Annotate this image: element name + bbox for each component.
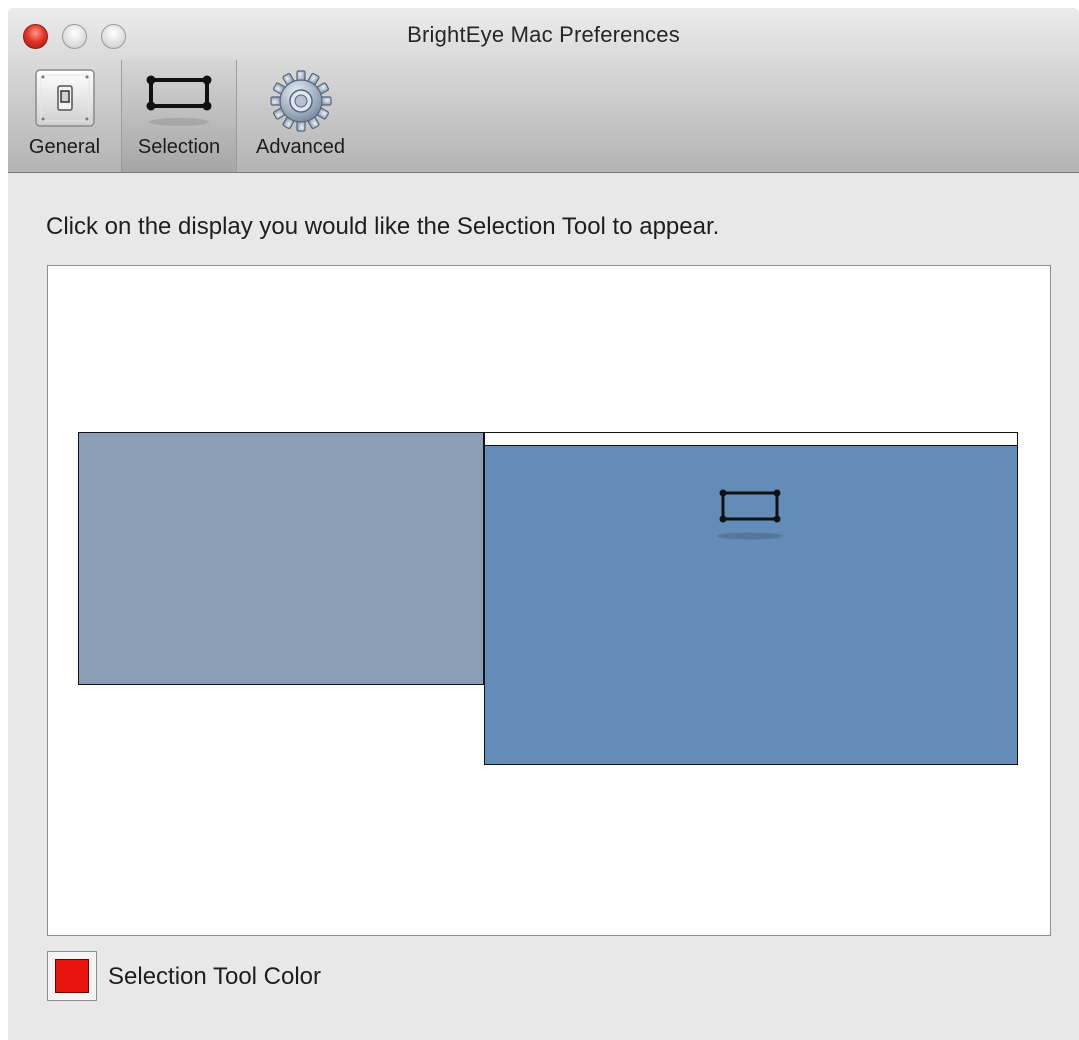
selection-tool-color-well[interactable]	[47, 951, 97, 1001]
toolbar: BrightEye Mac Preferences General Select…	[8, 8, 1079, 173]
light-switch-icon	[34, 68, 96, 133]
instruction-text: Click on the display you would like the …	[46, 213, 720, 240]
window-title: BrightEye Mac Preferences	[407, 22, 680, 47]
selection-tool-icon	[715, 485, 785, 550]
selection-tool-color-label: Selection Tool Color	[108, 963, 322, 990]
tab-general[interactable]: General	[8, 60, 121, 172]
preferences-window: BrightEye Mac Preferences General Select…	[8, 8, 1079, 1040]
tab-selection[interactable]: Selection	[121, 60, 237, 172]
selection-rectangle-icon	[143, 68, 215, 133]
display-1[interactable]	[78, 432, 484, 685]
tab-selection-label: Selection	[137, 136, 221, 158]
display-menubar	[485, 433, 1017, 446]
gear-icon	[268, 68, 334, 139]
display-2[interactable]	[484, 432, 1018, 765]
selection-pane: Click on the display you would like the …	[8, 173, 1079, 1040]
tab-advanced-label: Advanced	[256, 136, 345, 158]
selection-tool-color-swatch	[55, 959, 89, 993]
tab-general-label: General	[28, 136, 101, 158]
display-arrangement	[47, 265, 1051, 936]
tab-advanced[interactable]: Advanced	[237, 60, 364, 172]
